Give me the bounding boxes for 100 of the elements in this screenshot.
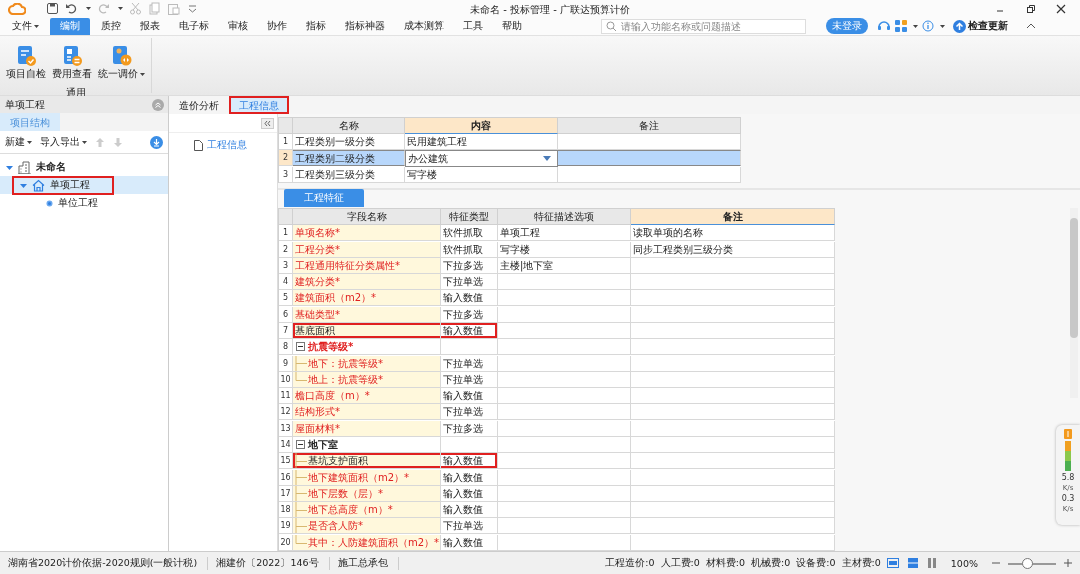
table-cell: 软件抓取: [441, 225, 498, 242]
collapse-left-icon[interactable]: [261, 117, 274, 129]
redo-icon[interactable]: [97, 2, 110, 15]
dropdown-field[interactable]: 办公建筑: [405, 150, 558, 167]
save-icon[interactable]: [46, 2, 59, 15]
tree-item[interactable]: 单位工程: [0, 194, 168, 212]
column-header[interactable]: 特征类型: [441, 209, 498, 225]
nav-item[interactable]: 工程信息: [169, 133, 277, 152]
menu-tab[interactable]: 指标神器: [337, 17, 393, 35]
table-cell: 下拉单选: [441, 274, 498, 291]
column-header[interactable]: 字段名称: [293, 209, 441, 225]
info-icon[interactable]: [922, 20, 934, 32]
table-cell: 下拉单选: [441, 371, 498, 388]
status-text: 湘建价〔2022〕146号: [216, 556, 330, 570]
field-name: 地上：抗震等级*: [308, 372, 383, 387]
field-name: 地下室: [308, 437, 338, 452]
row-number: 2: [279, 241, 293, 258]
collapse-box-icon[interactable]: [296, 439, 305, 449]
column-header[interactable]: 名称: [293, 118, 405, 134]
close-icon[interactable]: [1056, 3, 1066, 14]
field-name: 抗震等级*: [308, 340, 354, 355]
menu-tab[interactable]: 成本测算: [396, 17, 452, 35]
collapse-box-icon[interactable]: [296, 342, 305, 352]
customize-icon[interactable]: [186, 2, 199, 15]
home-icon: [32, 178, 45, 192]
field-name: 地下：抗震等级*: [308, 356, 383, 371]
toolbar-menu-button[interactable]: 导入导出: [40, 135, 87, 149]
row-number: 20: [279, 534, 293, 551]
menu-tab[interactable]: 电子标: [171, 17, 217, 35]
table-cell: 输入数值: [441, 388, 498, 405]
row-number: 3: [279, 167, 293, 183]
column-header[interactable]: 备注: [631, 209, 835, 225]
collapse-ribbon-icon[interactable]: [1026, 21, 1036, 31]
ribbon-button[interactable]: 项目自检: [4, 43, 48, 83]
building-icon: [18, 160, 31, 174]
caret-icon: [86, 7, 91, 10]
columns-icon[interactable]: [926, 558, 937, 568]
headset-icon[interactable]: [877, 19, 891, 33]
view-icon[interactable]: [886, 558, 899, 568]
column-header[interactable]: 特征描述选项: [498, 209, 631, 225]
row-number: 19: [279, 518, 293, 535]
cost-total: 工程造价:0: [605, 556, 655, 570]
field-name: 基础类型*: [295, 307, 340, 322]
dropdown-arrow-icon: [543, 156, 551, 161]
toolbar-menu-button[interactable]: 新建: [5, 135, 32, 149]
content-tab[interactable]: 造价分析: [169, 96, 229, 114]
menu-tab[interactable]: 指标: [298, 17, 334, 35]
checklist-icon: [15, 45, 37, 66]
download-icon[interactable]: [150, 135, 163, 149]
paste-icon[interactable]: [167, 2, 180, 15]
ribbon-button[interactable]: 统一调价: [96, 43, 147, 83]
cost-total: 人工费:0: [660, 556, 700, 570]
tree-item[interactable]: 单项工程: [0, 176, 168, 194]
table-cell: 单项工程: [498, 225, 631, 242]
column-header[interactable]: 备注: [558, 118, 741, 134]
caret-icon: [27, 140, 32, 144]
update-button[interactable]: 检查更新: [953, 19, 1008, 33]
zoom-in-icon[interactable]: [1064, 559, 1072, 567]
table-cell: 工程类别二级分类: [293, 150, 405, 166]
undo-icon[interactable]: [65, 2, 78, 15]
status-text: 施工总承包: [337, 556, 399, 570]
field-name: 结构形式*: [295, 405, 340, 420]
apps-icon[interactable]: [895, 20, 907, 32]
dot-icon: [46, 199, 53, 207]
zoom-out-icon[interactable]: [992, 559, 1000, 567]
ribbon-button[interactable]: 费用查看: [50, 43, 94, 83]
row-number: 2: [279, 150, 293, 166]
table-cell: 输入数值: [441, 502, 498, 519]
field-name: 基底面积: [295, 323, 335, 338]
menu-tab[interactable]: 质控: [93, 17, 129, 35]
expanded-arrow-icon[interactable]: [6, 163, 13, 171]
field-name: 单项名称*: [295, 226, 340, 241]
speed-value: 5.8: [1061, 473, 1075, 482]
tree-item[interactable]: 未命名: [0, 158, 168, 176]
collapse-icon[interactable]: [152, 98, 164, 111]
menu-tab[interactable]: 文件: [4, 17, 47, 35]
field-name: 地下建筑面积（m2）*: [308, 470, 410, 485]
menu-tab[interactable]: 协作: [259, 17, 295, 35]
search-field[interactable]: 请输入功能名称或问题描述: [601, 18, 806, 34]
row-number: 16: [279, 469, 293, 486]
menu-tab[interactable]: 报表: [132, 17, 168, 35]
app-logo-icon: [8, 2, 26, 15]
content-tab[interactable]: 工程信息: [229, 96, 289, 114]
caret-icon: [940, 24, 945, 28]
menu-tab[interactable]: 工具: [455, 17, 491, 35]
window-title: 未命名 - 投标管理 - 广联达预算计价: [470, 3, 630, 17]
cut-icon[interactable]: [129, 2, 142, 15]
expanded-arrow-icon[interactable]: [20, 181, 27, 189]
layout-icon[interactable]: [906, 558, 919, 568]
panel-title: 单项工程: [5, 97, 45, 112]
menu-tab[interactable]: 帮助: [494, 17, 530, 35]
field-name: 其中：人防建筑面积（m2）*: [308, 535, 440, 550]
restore-icon[interactable]: [1026, 3, 1036, 14]
badge-icon: [1064, 429, 1072, 439]
scrollbar[interactable]: [1070, 208, 1078, 398]
menu-tab[interactable]: 审核: [220, 17, 256, 35]
row-number: 8: [279, 339, 293, 356]
column-header[interactable]: 内容: [405, 118, 558, 134]
cost-total: 机械费:0: [751, 556, 791, 570]
table-cell: 输入数值: [441, 534, 498, 551]
